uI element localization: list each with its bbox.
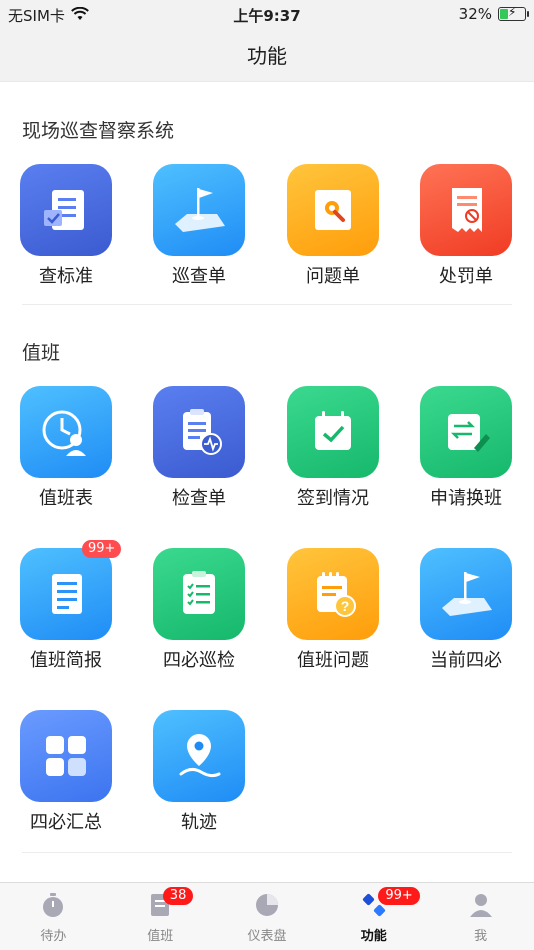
function-label: 四必汇总 <box>30 812 102 833</box>
function-signin[interactable]: 签到情况 <box>283 386 383 510</box>
function-swap-shift[interactable]: 申请换班 <box>416 386 516 510</box>
function-current-four[interactable]: 当前四必 <box>416 548 516 672</box>
function-patrol[interactable]: 巡查单 <box>149 164 249 288</box>
function-label: 申请换班 <box>430 488 502 509</box>
function-label: 轨迹 <box>181 812 217 833</box>
function-label: 值班表 <box>39 488 93 509</box>
tab-todo[interactable]: 待办 <box>0 883 107 950</box>
calendar-check-icon <box>287 386 379 478</box>
duty-clock-icon <box>20 386 112 478</box>
tab-label: 功能 <box>360 929 387 944</box>
function-inspect[interactable]: 四必巡检 <box>149 548 249 672</box>
section-divider <box>22 304 512 305</box>
function-label: 巡查单 <box>172 266 226 287</box>
pie-icon <box>255 894 278 916</box>
section-divider <box>22 852 512 853</box>
tab-duty[interactable]: 38 值班 <box>107 883 214 950</box>
function-label: 处罚单 <box>439 266 493 287</box>
tab-me[interactable]: 我 <box>427 883 534 950</box>
standard-doc-icon <box>20 164 112 256</box>
tab-label: 待办 <box>40 929 67 944</box>
function-track[interactable]: 轨迹 <box>149 710 249 834</box>
function-standard[interactable]: 查标准 <box>16 164 116 288</box>
tab-label: 值班 <box>147 929 174 944</box>
page-title: 功能 <box>0 30 534 82</box>
section-title-duty: 值班 <box>22 342 61 364</box>
function-tab-badge: 99+ <box>378 887 420 905</box>
tab-label: 仪表盘 <box>247 929 287 944</box>
brief-doc-icon: 99+ <box>20 540 122 640</box>
inspect-list-icon <box>153 548 245 640</box>
swap-edit-icon <box>420 386 512 478</box>
penalty-receipt-icon <box>420 164 512 256</box>
function-duty-table[interactable]: 值班表 <box>16 386 116 510</box>
svg-text:?: ? <box>341 598 350 614</box>
tab-label: 我 <box>474 929 488 944</box>
function-problem[interactable]: 问题单 <box>283 164 383 288</box>
function-label: 四必巡检 <box>163 650 235 671</box>
function-label: 问题单 <box>306 266 360 287</box>
status-bar: 无SIM卡 上午9:37 32% ⚡ <box>0 0 534 30</box>
function-label: 值班简报 <box>30 650 102 671</box>
tab-function[interactable]: 99+ 功能 <box>320 883 427 950</box>
track-pin-icon <box>153 710 245 802</box>
battery-percent: 32% <box>458 5 492 23</box>
function-label: 签到情况 <box>297 488 369 509</box>
function-grid: 现场巡查督察系统 查标准 巡查单 问题单 处罚单 值班 值班表 检查单 签到情况… <box>0 82 534 882</box>
duty-question-icon: ? <box>287 548 379 640</box>
stopwatch-icon <box>43 893 64 917</box>
tab-bar: 待办 38 值班 仪表盘 99+ 功能 我 <box>0 882 534 950</box>
function-penalty[interactable]: 处罚单 <box>416 164 516 288</box>
current-flag-icon <box>420 548 512 640</box>
function-label: 当前四必 <box>430 650 502 671</box>
person-icon <box>469 894 492 917</box>
function-checklist[interactable]: 检查单 <box>149 386 249 510</box>
function-label: 查标准 <box>39 266 93 287</box>
clock: 上午9:37 <box>233 7 301 25</box>
grid-summary-icon <box>20 710 112 802</box>
section-title-patrol: 现场巡查督察系统 <box>22 120 175 142</box>
function-brief[interactable]: 99+ 值班简报 <box>16 540 122 672</box>
tab-dashboard[interactable]: 仪表盘 <box>214 883 321 950</box>
function-duty-problem[interactable]: ? 值班问题 <box>283 548 383 672</box>
function-label: 检查单 <box>172 488 226 509</box>
patrol-flag-icon <box>153 164 245 256</box>
brief-badge: 99+ <box>82 540 122 558</box>
function-label: 值班问题 <box>297 650 369 671</box>
checklist-pulse-icon <box>153 386 245 478</box>
function-summary[interactable]: 四必汇总 <box>16 710 116 834</box>
battery-icon: ⚡ <box>498 5 529 21</box>
duty-tab-badge: 38 <box>162 887 194 905</box>
problem-wrench-icon <box>287 164 379 256</box>
